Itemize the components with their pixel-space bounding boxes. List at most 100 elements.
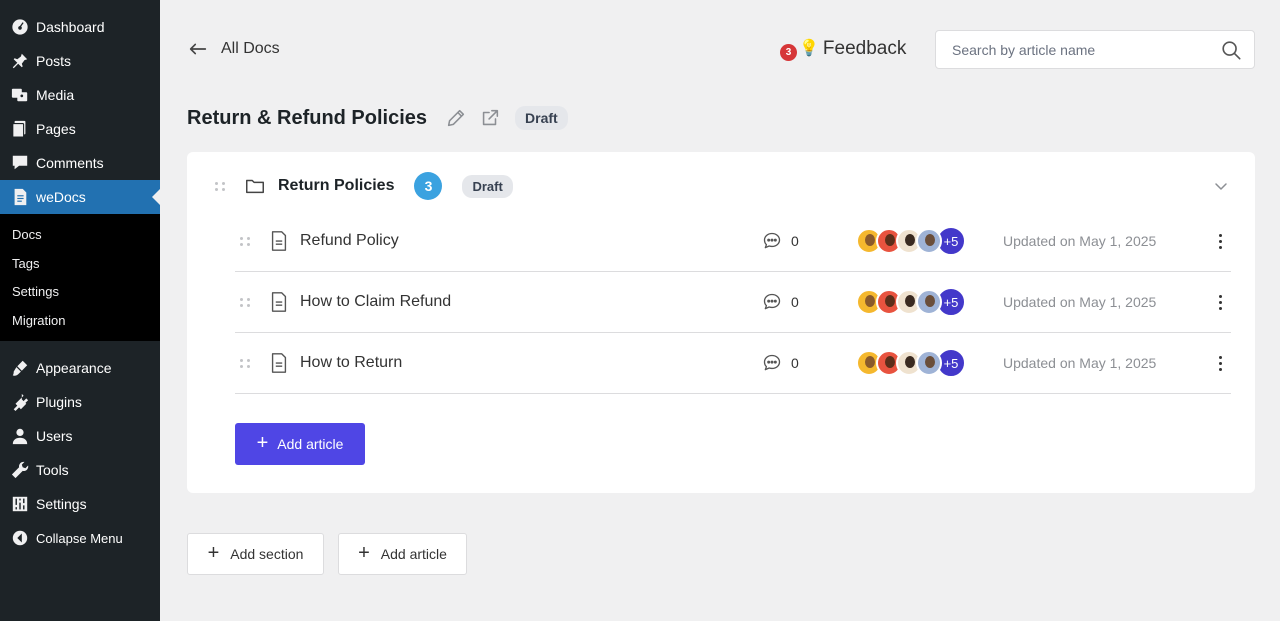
contributors[interactable]: +5: [856, 226, 966, 256]
avatar: [916, 350, 942, 376]
arrow-left-icon: [189, 43, 207, 55]
wrench-icon: [10, 460, 30, 480]
menu-label: Plugins: [36, 394, 82, 410]
add-section-button[interactable]: + Add section: [187, 533, 324, 575]
comment-icon: [763, 293, 781, 310]
comment-count-value: 0: [791, 294, 799, 310]
add-article-button[interactable]: + Add article: [235, 423, 365, 465]
menu-plugins[interactable]: Plugins: [0, 385, 160, 419]
comment-count[interactable]: 0: [762, 292, 799, 312]
more-options-icon[interactable]: [1213, 232, 1227, 250]
menu-appearance[interactable]: Appearance: [0, 351, 160, 385]
document-icon: [10, 187, 30, 207]
status-badge: Draft: [462, 174, 513, 198]
folder-icon: [246, 179, 264, 194]
submenu-settings[interactable]: Settings: [0, 278, 160, 307]
status-badge: Draft: [515, 106, 568, 130]
add-article-label: Add article: [277, 436, 344, 452]
article-row[interactable]: Refund Policy 0 +5 Updated on May 1, 202…: [235, 211, 1231, 272]
admin-sidebar: Dashboard Posts Media Pages Comments weD…: [0, 0, 160, 621]
menu-label: Posts: [36, 53, 72, 69]
drag-handle-icon[interactable]: [240, 356, 252, 370]
page-title: Return & Refund Policies: [187, 106, 428, 129]
back-to-all-docs[interactable]: All Docs: [187, 38, 280, 60]
avatar: [916, 228, 942, 254]
dashboard-icon: [10, 17, 30, 37]
add-article-label: Add article: [380, 546, 447, 562]
article-row[interactable]: How to Claim Refund 0 +5 Updated on May …: [235, 272, 1231, 333]
pin-icon: [10, 51, 30, 71]
comment-icon: [10, 153, 30, 173]
feedback-button[interactable]: 3 💡 Feedback: [780, 36, 906, 61]
pencil-icon[interactable]: [445, 107, 467, 129]
menu-label: Media: [36, 87, 75, 103]
avatar: [916, 289, 942, 315]
wedocs-submenu: Docs Tags Settings Migration: [0, 214, 160, 341]
menu-tools[interactable]: Tools: [0, 453, 160, 487]
updated-date: Updated on May 1, 2025: [1003, 355, 1157, 371]
comment-icon: [763, 354, 781, 371]
menu-label: Appearance: [36, 360, 112, 376]
menu-label: Tools: [36, 462, 69, 478]
external-link-icon[interactable]: [479, 107, 501, 129]
menu-posts[interactable]: Posts: [0, 44, 160, 78]
feedback-count-badge: 3: [780, 44, 797, 61]
menu-dashboard[interactable]: Dashboard: [0, 10, 160, 44]
add-article-button[interactable]: + Add article: [338, 533, 467, 575]
drag-handle-icon[interactable]: [240, 295, 252, 309]
menu-media[interactable]: Media: [0, 78, 160, 112]
comment-icon: [763, 232, 781, 249]
comment-count-value: 0: [791, 233, 799, 249]
menu-label: Settings: [36, 496, 87, 512]
search-input[interactable]: [952, 41, 1220, 58]
menu-settings[interactable]: Settings: [0, 487, 160, 521]
article-title[interactable]: How to Return: [300, 354, 750, 372]
menu-label: weDocs: [36, 189, 86, 205]
submenu-docs[interactable]: Docs: [0, 221, 160, 250]
comment-count[interactable]: 0: [762, 353, 799, 373]
submenu-migration[interactable]: Migration: [0, 307, 160, 336]
back-label: All Docs: [221, 40, 280, 57]
comment-count-value: 0: [791, 355, 799, 371]
plus-icon: +: [256, 432, 269, 454]
article-row[interactable]: How to Return 0 +5 Updated on May 1, 202…: [235, 333, 1231, 394]
feedback-label: Feedback: [822, 37, 907, 59]
chevron-down-icon[interactable]: [1213, 178, 1229, 194]
plug-icon: [10, 392, 30, 412]
search-icon[interactable]: [1220, 39, 1242, 61]
document-icon: [271, 353, 287, 373]
section-title: Return Policies: [278, 177, 395, 194]
menu-label: Dashboard: [36, 19, 105, 35]
updated-date: Updated on May 1, 2025: [1003, 233, 1157, 249]
contributors[interactable]: +5: [856, 287, 966, 317]
document-icon: [271, 231, 287, 251]
more-options-icon[interactable]: [1213, 354, 1227, 372]
drag-handle-icon[interactable]: [215, 179, 227, 193]
more-options-icon[interactable]: [1213, 293, 1227, 311]
section-header[interactable]: Return Policies 3 Draft: [187, 152, 1255, 220]
submenu-tags[interactable]: Tags: [0, 250, 160, 279]
article-count-badge: 3: [414, 172, 443, 200]
menu-label: Users: [36, 428, 73, 444]
menu-label: Collapse Menu: [36, 530, 123, 546]
drag-handle-icon[interactable]: [240, 234, 252, 248]
menu-comments[interactable]: Comments: [0, 146, 160, 180]
doc-title-row: Return & Refund Policies Draft: [187, 106, 568, 130]
menu-pages[interactable]: Pages: [0, 112, 160, 146]
search-box: [935, 30, 1255, 69]
plus-icon: +: [358, 542, 370, 564]
contributors[interactable]: +5: [856, 348, 966, 378]
user-icon: [10, 426, 30, 446]
collapse-icon: [10, 528, 30, 548]
media-icon: [10, 85, 30, 105]
updated-date: Updated on May 1, 2025: [1003, 294, 1157, 310]
brush-icon: [10, 358, 30, 378]
sliders-icon: [10, 494, 30, 514]
article-title[interactable]: How to Claim Refund: [300, 293, 750, 311]
menu-wedocs[interactable]: weDocs: [0, 180, 160, 214]
article-title[interactable]: Refund Policy: [300, 232, 750, 250]
menu-collapse[interactable]: Collapse Menu: [0, 521, 160, 555]
menu-label: Comments: [36, 155, 104, 171]
menu-users[interactable]: Users: [0, 419, 160, 453]
comment-count[interactable]: 0: [762, 231, 799, 251]
